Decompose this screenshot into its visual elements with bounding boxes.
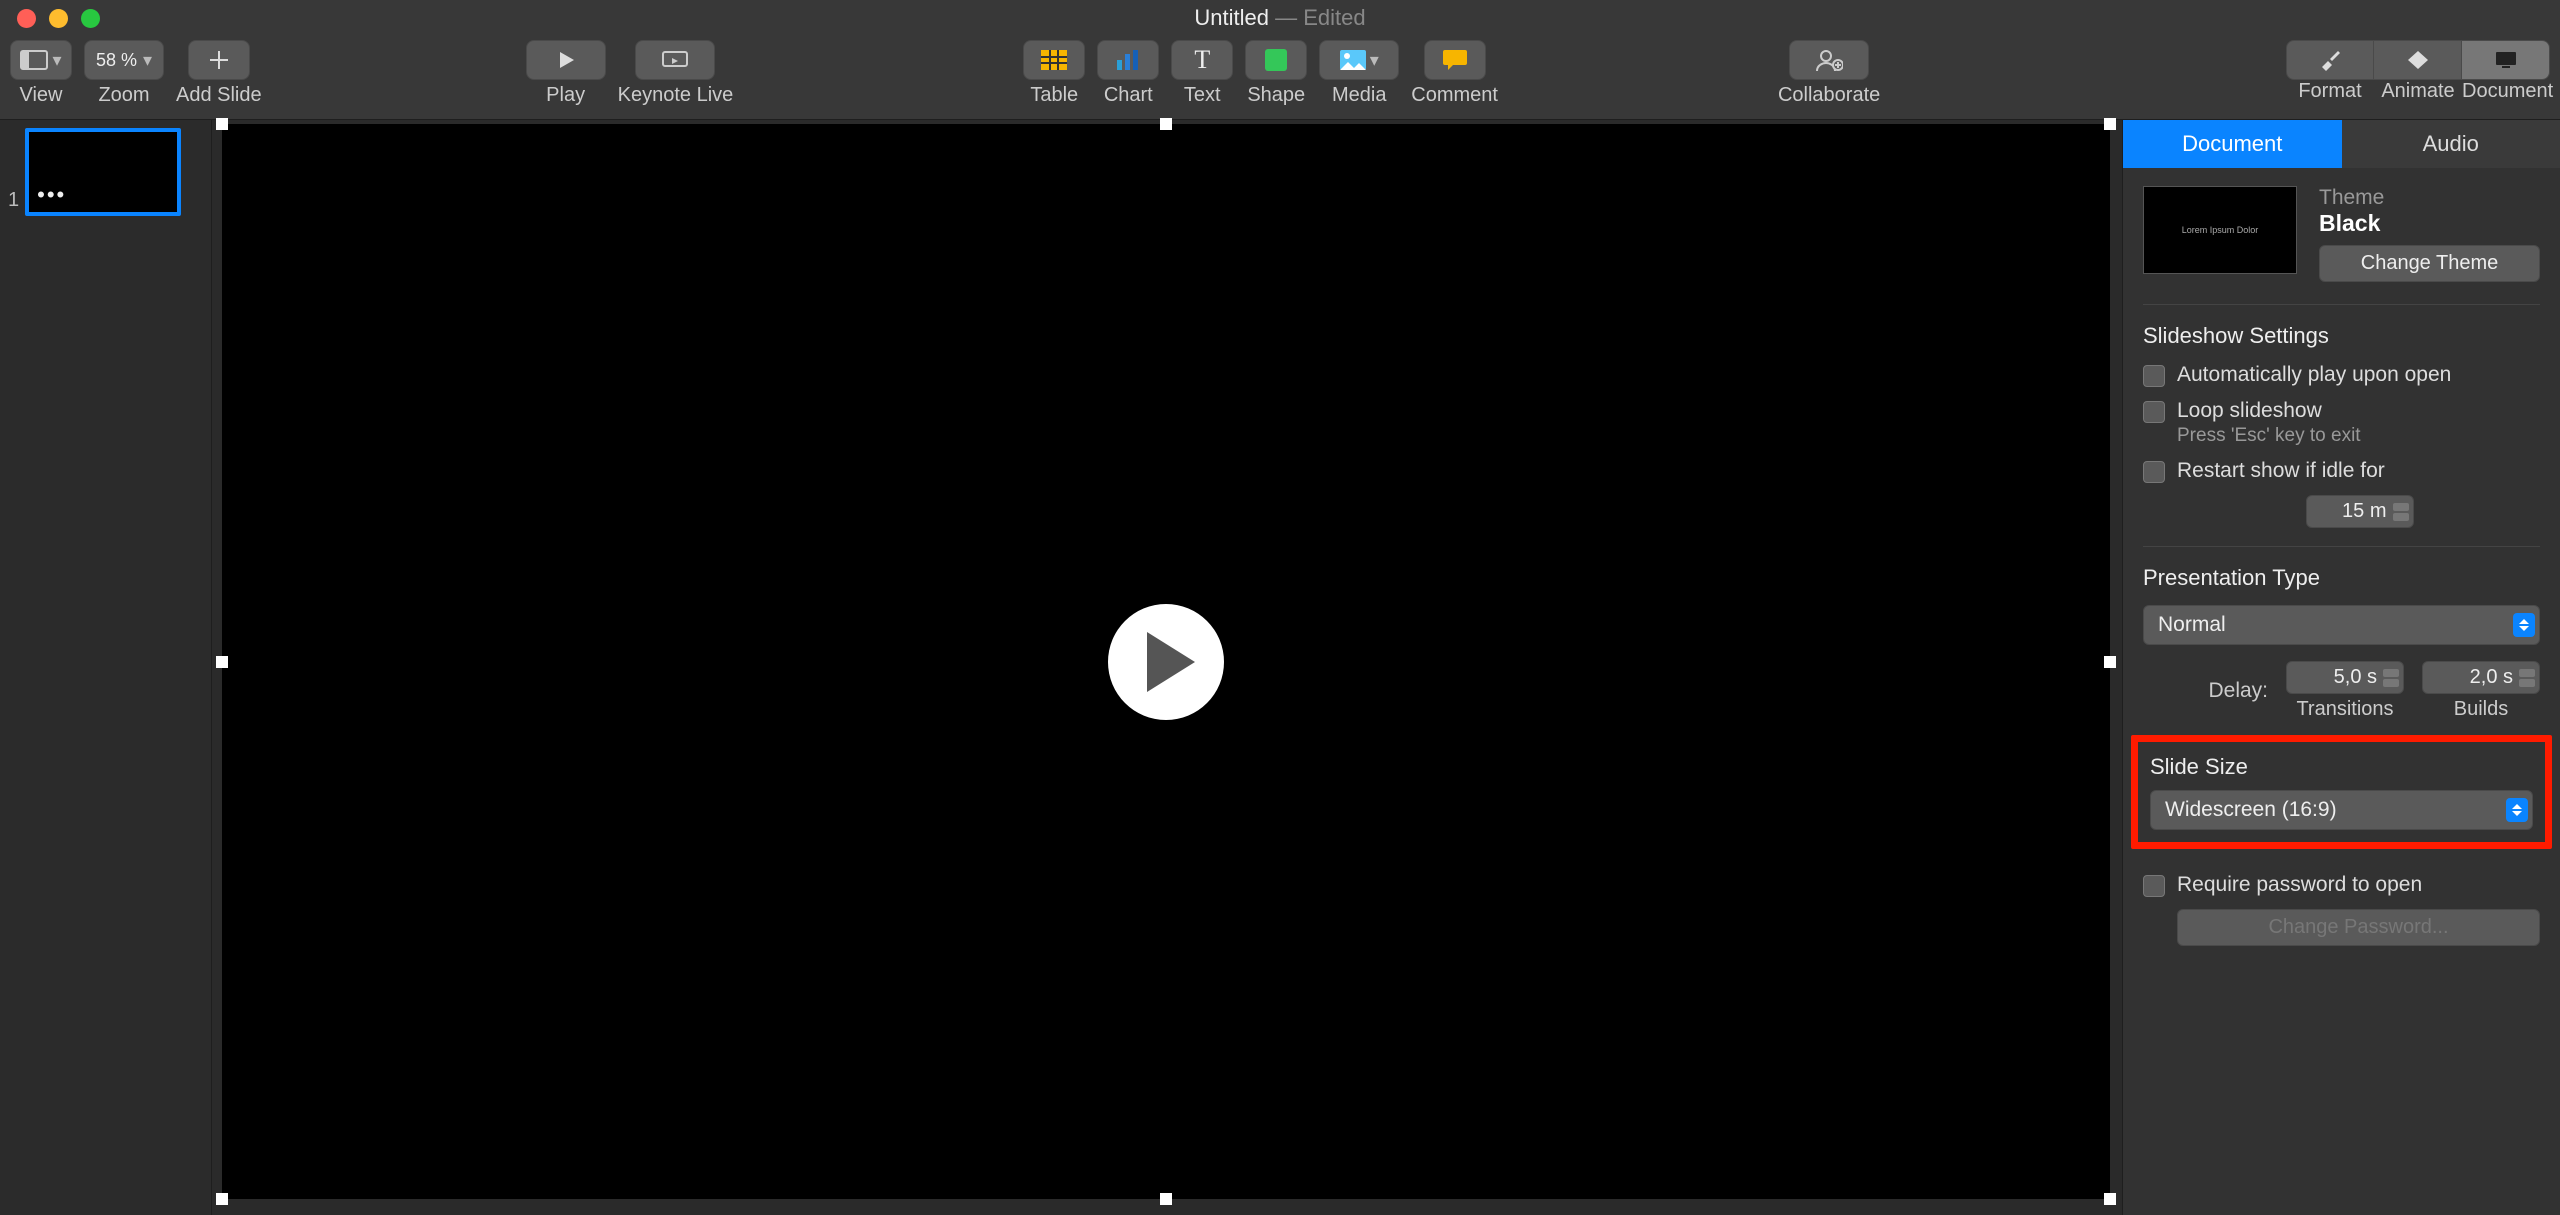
chevron-updown-icon [2513, 613, 2535, 637]
fullscreen-window-button[interactable] [81, 9, 100, 28]
slide-size-select[interactable]: Widescreen (16:9) [2150, 790, 2533, 830]
zoom-value: 58 % [96, 50, 137, 71]
resize-handle[interactable] [216, 1193, 228, 1205]
chevron-updown-icon [2506, 798, 2528, 822]
brush-icon [2318, 49, 2342, 71]
diamond-icon [2406, 49, 2430, 71]
view-label: View [20, 84, 63, 107]
window-title: Untitled — Edited [0, 5, 2560, 31]
loop-checkbox[interactable] [2143, 401, 2165, 423]
table-icon [1041, 50, 1067, 70]
presentation-type-select[interactable]: Normal [2143, 605, 2540, 645]
document-name: Untitled [1194, 5, 1269, 30]
document-label: Document [2462, 80, 2550, 103]
shape-icon [1265, 49, 1287, 71]
require-password-checkbox[interactable] [2143, 875, 2165, 897]
collaborate-label: Collaborate [1778, 84, 1880, 107]
restart-idle-checkbox[interactable] [2143, 461, 2165, 483]
slide-navigator[interactable]: 1 ••• [0, 120, 212, 1215]
titlebar: Untitled — Edited [0, 0, 2560, 36]
theme-name: Black [2319, 210, 2540, 237]
media-icon [1340, 50, 1366, 70]
slide-canvas[interactable] [212, 120, 2122, 1215]
format-label: Format [2286, 80, 2374, 103]
slideshow-settings-title: Slideshow Settings [2143, 323, 2540, 349]
change-password-button[interactable]: Change Password... [2177, 909, 2540, 946]
require-password-label: Require password to open [2177, 873, 2422, 897]
add-slide-label: Add Slide [176, 84, 262, 107]
table-button[interactable] [1023, 40, 1085, 80]
builds-delay-input[interactable]: 2,0 s [2422, 661, 2540, 694]
stepper-icon[interactable] [2393, 503, 2409, 521]
text-label: Text [1184, 84, 1221, 107]
comment-label: Comment [1411, 84, 1498, 107]
presentation-type-title: Presentation Type [2143, 565, 2540, 591]
zoom-button[interactable]: 58 % ▾ [84, 40, 164, 80]
autoplay-label: Automatically play upon open [2177, 363, 2451, 387]
restart-idle-label: Restart show if idle for [2177, 459, 2385, 483]
document-status: — Edited [1275, 5, 1366, 30]
slide-size-title: Slide Size [2150, 754, 2533, 780]
document-inspector-button[interactable] [2462, 40, 2550, 80]
transitions-delay-input[interactable]: 5,0 s [2286, 661, 2404, 694]
table-label: Table [1030, 84, 1078, 107]
minimize-window-button[interactable] [49, 9, 68, 28]
play-label: Play [546, 84, 585, 107]
resize-handle[interactable] [216, 656, 228, 668]
play-button[interactable] [526, 40, 606, 80]
add-slide-button[interactable] [188, 40, 250, 80]
slide-number: 1 [8, 189, 19, 212]
comment-button[interactable] [1424, 40, 1486, 80]
shape-button[interactable] [1245, 40, 1307, 80]
slide-size-highlight: Slide Size Widescreen (16:9) [2131, 735, 2552, 849]
collaborate-button[interactable] [1789, 40, 1869, 80]
chart-button[interactable] [1097, 40, 1159, 80]
media-button[interactable]: ▾ [1319, 40, 1399, 80]
slide-thumbnail[interactable]: ••• [25, 128, 181, 216]
resize-handle[interactable] [2104, 118, 2116, 130]
change-theme-button[interactable]: Change Theme [2319, 245, 2540, 282]
autoplay-checkbox[interactable] [2143, 365, 2165, 387]
resize-handle[interactable] [2104, 1193, 2116, 1205]
resize-handle[interactable] [1160, 118, 1172, 130]
toolbar: ▾ View 58 % ▾ Zoom Add Slide Play [0, 36, 2560, 120]
animate-inspector-button[interactable] [2374, 40, 2462, 80]
chart-icon [1115, 50, 1141, 70]
media-label: Media [1332, 84, 1386, 107]
builds-label: Builds [2454, 698, 2508, 721]
loop-label: Loop slideshow [2177, 399, 2361, 423]
tab-document[interactable]: Document [2123, 120, 2342, 168]
transitions-label: Transitions [2296, 698, 2393, 721]
loop-sublabel: Press 'Esc' key to exit [2177, 425, 2361, 447]
delay-label: Delay: [2208, 679, 2268, 703]
tab-audio[interactable]: Audio [2342, 120, 2560, 168]
view-button[interactable]: ▾ [10, 40, 72, 80]
stepper-icon[interactable] [2383, 669, 2399, 687]
animate-label: Animate [2374, 80, 2462, 103]
theme-label: Theme [2319, 186, 2540, 210]
play-icon [1147, 632, 1195, 692]
screen-icon [2494, 50, 2518, 70]
collaborate-icon [1815, 49, 1843, 71]
comment-icon [1443, 50, 1467, 70]
theme-thumbnail: Lorem Ipsum Dolor [2143, 186, 2297, 274]
resize-handle[interactable] [216, 118, 228, 130]
play-media-button[interactable] [1108, 604, 1224, 720]
text-button[interactable]: T [1171, 40, 1233, 80]
idle-duration-input[interactable]: 15 m [2306, 495, 2414, 528]
keynote-live-button[interactable] [635, 40, 715, 80]
shape-label: Shape [1247, 84, 1305, 107]
resize-handle[interactable] [1160, 1193, 1172, 1205]
format-inspector-button[interactable] [2286, 40, 2374, 80]
keynote-live-label: Keynote Live [618, 84, 734, 107]
chart-label: Chart [1104, 84, 1153, 107]
resize-handle[interactable] [2104, 656, 2116, 668]
more-icon: ••• [37, 182, 66, 208]
close-window-button[interactable] [17, 9, 36, 28]
zoom-label: Zoom [98, 84, 149, 107]
inspector-panel: Document Audio Lorem Ipsum Dolor Theme B… [2122, 120, 2560, 1215]
stepper-icon[interactable] [2519, 669, 2535, 687]
slide[interactable] [222, 124, 2110, 1199]
